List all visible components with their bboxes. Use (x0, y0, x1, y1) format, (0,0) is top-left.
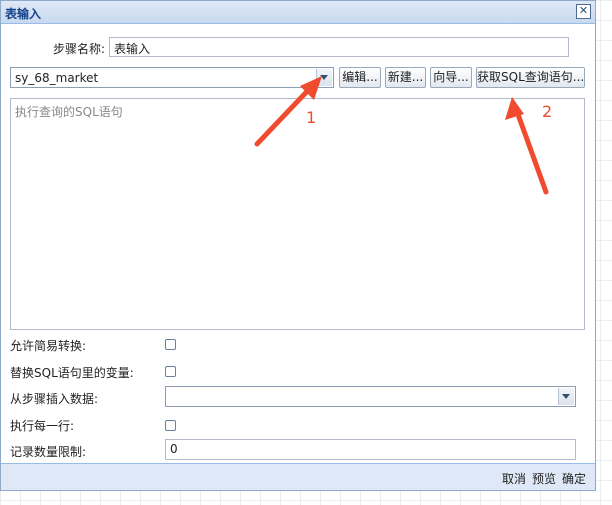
chevron-down-icon[interactable] (558, 388, 574, 405)
execute-each-row-checkbox[interactable] (165, 420, 176, 431)
close-icon[interactable]: ✕ (576, 4, 591, 19)
preview-button[interactable]: 预览 (532, 470, 556, 487)
sql-placeholder: 执行查询的SQL语句 (15, 105, 123, 119)
cancel-button[interactable]: 取消 (502, 470, 526, 487)
lazy-conversion-checkbox[interactable] (165, 339, 176, 350)
dialog-titlebar: 表输入 ✕ (1, 1, 595, 24)
sql-textarea[interactable]: 执行查询的SQL语句 (10, 98, 585, 330)
annotation-label-1: 1 (306, 108, 317, 127)
step-name-input[interactable]: 表输入 (109, 37, 569, 57)
lazy-conversion-label: 允许简易转换: (10, 339, 87, 353)
annotation-label-2: 2 (542, 102, 553, 121)
table-input-dialog: 表输入 ✕ 步骤名称: 表输入 sy_68_market 编辑... 新建...… (0, 0, 596, 491)
dialog-footer: 取消 预览 确定 (1, 463, 595, 490)
limit-input[interactable]: 0 (165, 439, 576, 460)
edit-connection-button[interactable]: 编辑... (339, 67, 381, 88)
dialog-title: 表输入 (5, 7, 42, 21)
insert-from-step-label: 从步骤插入数据: (10, 392, 99, 406)
wizard-button[interactable]: 向导... (430, 67, 472, 88)
new-connection-button[interactable]: 新建... (385, 67, 426, 88)
connection-select[interactable]: sy_68_market (10, 67, 334, 88)
insert-from-step-select[interactable] (165, 386, 576, 407)
dialog-body: 步骤名称: 表输入 sy_68_market 编辑... 新建... 向导...… (1, 24, 595, 463)
get-sql-button[interactable]: 获取SQL查询语句... (476, 67, 585, 88)
ok-button[interactable]: 确定 (562, 470, 586, 487)
step-name-label: 步骤名称: (53, 42, 106, 56)
chevron-down-icon[interactable] (316, 69, 332, 86)
replace-variables-label: 替换SQL语句里的变量: (10, 366, 134, 380)
replace-variables-checkbox[interactable] (165, 366, 176, 377)
connection-value: sy_68_market (15, 71, 99, 85)
limit-label: 记录数量限制: (10, 445, 87, 459)
execute-each-row-label: 执行每一行: (10, 419, 75, 433)
